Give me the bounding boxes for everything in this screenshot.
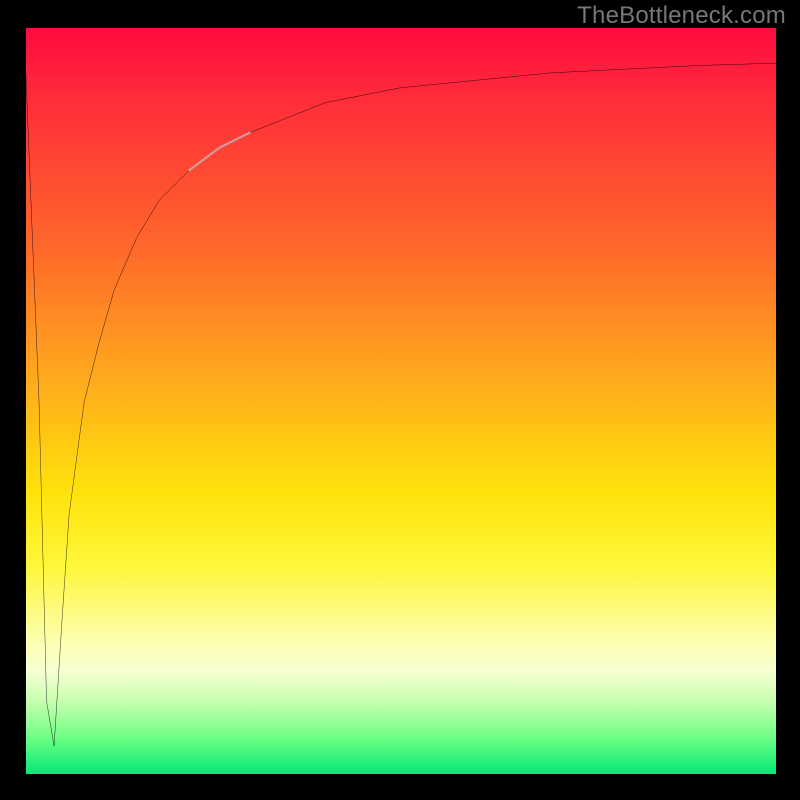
highlight-segment — [189, 133, 249, 170]
attribution-text: TheBottleneck.com — [577, 2, 786, 30]
curve-svg — [24, 28, 776, 776]
chart-frame: TheBottleneck.com — [0, 0, 800, 800]
plot-area — [24, 28, 776, 776]
bottleneck-curve — [24, 28, 776, 746]
